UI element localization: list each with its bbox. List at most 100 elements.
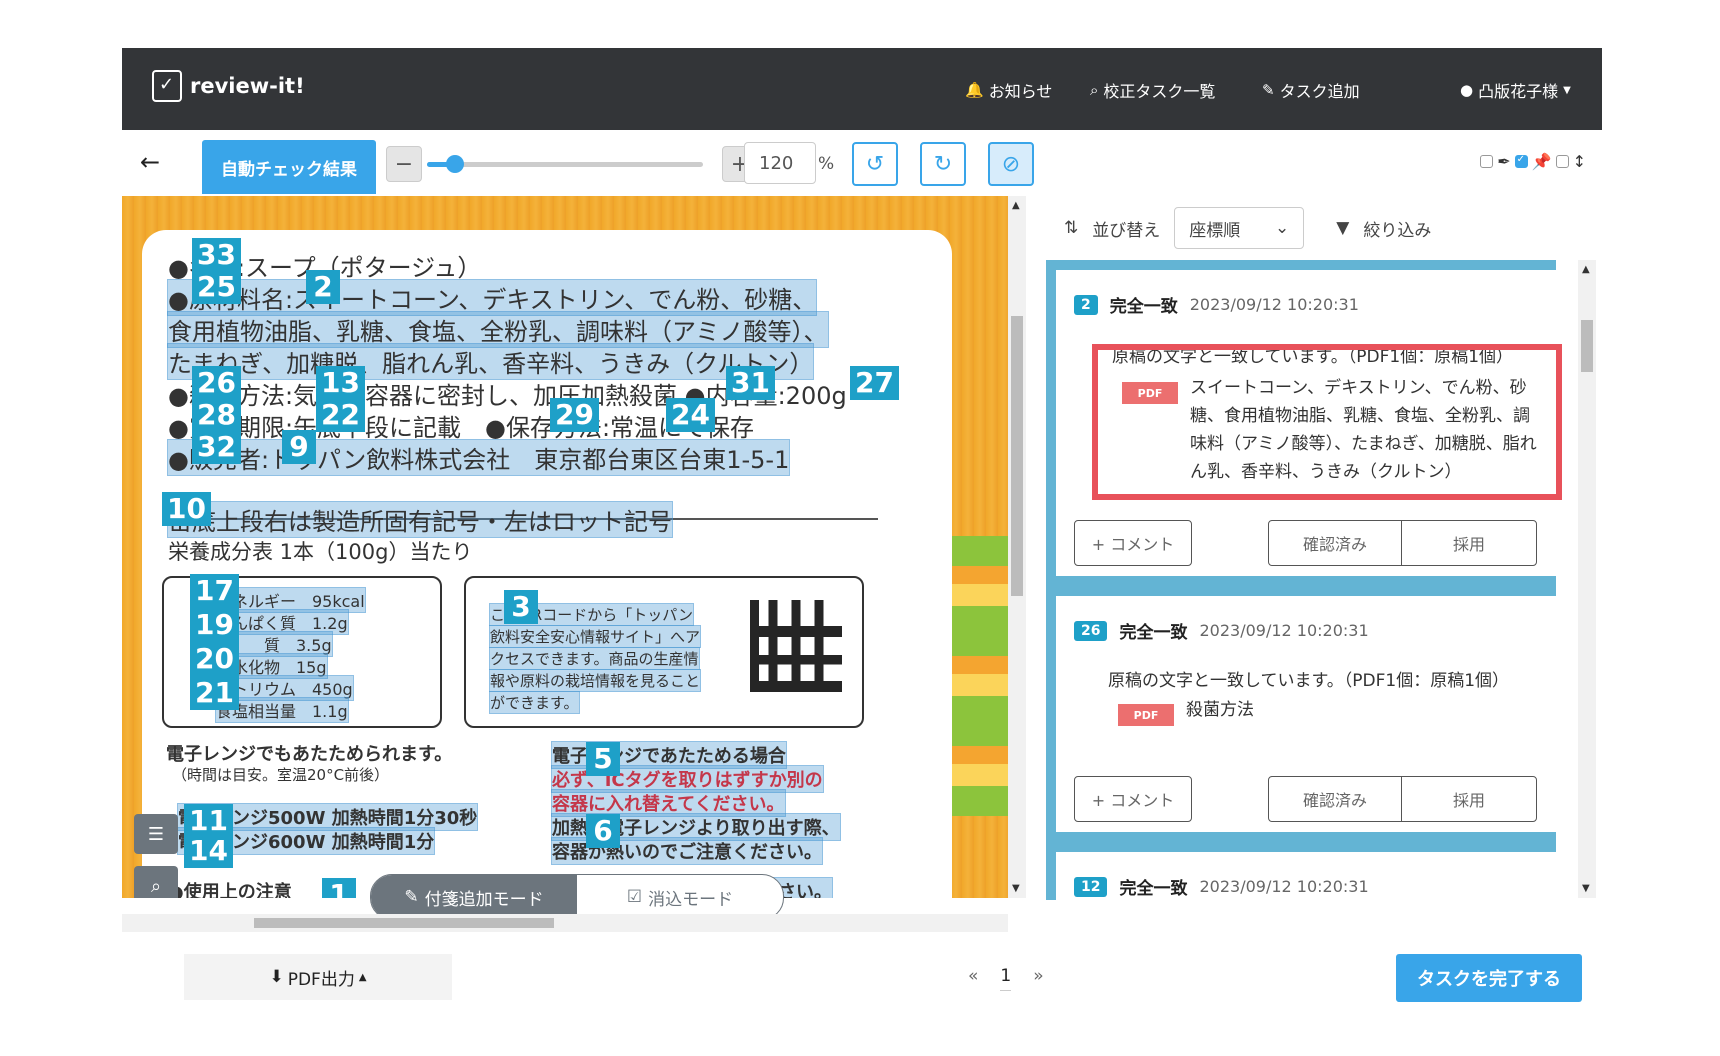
lot-note-text: 缶底上段右は製造所固有記号・左はロット記号 (168, 508, 672, 536)
nav-notice-label: お知らせ (988, 82, 1053, 101)
panel-scrollbar[interactable]: ▲ ▼ (1578, 260, 1596, 898)
option-checkbox-2[interactable] (1514, 154, 1528, 168)
marker-badge[interactable]: 33 (192, 238, 241, 272)
tab-auto-check-result[interactable]: 自動チェック結果 (202, 140, 376, 194)
qr-text[interactable]: クセスできます。商品の生産情 (489, 647, 700, 670)
scroll-thumb[interactable] (254, 918, 554, 928)
viewer-horizontal-scrollbar[interactable] (122, 914, 1008, 932)
warn-line[interactable]: 容器に入れ替えてください。 (551, 789, 786, 817)
marker-badge[interactable]: 11 (184, 804, 233, 838)
pdf-text: スイートコーン、デキストリン、でん粉、砂糖、食用植物油脂、乳糖、食塩、全粉乳、調… (1190, 378, 1537, 482)
hide-marker-button[interactable]: ⊘ (988, 142, 1034, 186)
complete-task-button[interactable]: タスクを完了する (1396, 954, 1582, 1002)
marker-badge[interactable]: 3 (504, 590, 538, 624)
marker-badge[interactable]: 17 (190, 574, 239, 608)
adopt-button[interactable]: 採用 (1401, 520, 1537, 566)
usage-note: ●使用上の注意 (168, 882, 292, 898)
page-current[interactable]: 1 (1000, 966, 1012, 991)
result-card[interactable]: 26 完全一致 2023/09/12 10:20:31 原稿の文字と一致していま… (1046, 586, 1556, 842)
list-toggle-button[interactable]: ☰ (134, 814, 178, 854)
pdf-tag: PDF (1118, 704, 1174, 726)
nav-notice[interactable]: 🔔 お知らせ (965, 78, 1052, 102)
doc-line[interactable]: ●原材料名:スイートコーン、デキストリン、でん粉、砂糖、 (166, 279, 818, 316)
scroll-thumb[interactable] (1581, 320, 1593, 372)
marker-badge[interactable]: 24 (666, 398, 715, 432)
marker-badge[interactable]: 13 (316, 366, 365, 400)
marker-badge[interactable]: 9 (282, 430, 316, 464)
marker-badge[interactable]: 29 (550, 398, 599, 432)
page-next-button[interactable]: » (1033, 966, 1043, 991)
doc-line[interactable]: ●販売者:トッパン飲料株式会社 東京都台東区台東1-5-1 (166, 439, 791, 476)
nav-task-list[interactable]: ⌕ 校正タスク一覧 (1090, 78, 1215, 102)
card-status: 完全一致 (1119, 879, 1188, 899)
qr-code (750, 600, 842, 692)
doc-line-text: ●原材料名:スイートコーン、デキストリン、でん粉、砂糖、 (168, 286, 817, 314)
zoom-slider-knob[interactable] (445, 155, 464, 173)
pdf-output-button[interactable]: ⬇ PDF出力 ▲ (184, 954, 452, 1000)
doc-line[interactable]: 食用植物油脂、乳糖、食塩、全粉乳、調味料（アミノ酸等）、 (167, 311, 829, 348)
sort-select[interactable]: 座標順 ⌄ (1174, 207, 1305, 249)
marker-badge[interactable]: 5 (586, 742, 620, 776)
marker-badge[interactable]: 20 (190, 642, 239, 676)
zoom-input[interactable]: 120 (744, 142, 816, 184)
pencil-icon: ✎ (1262, 81, 1275, 99)
zoom-out-button[interactable]: − (386, 146, 422, 182)
viewer-vertical-scrollbar[interactable]: ▲ ▼ (1008, 196, 1026, 898)
marker-badge[interactable]: 32 (192, 430, 241, 464)
scroll-down-icon[interactable]: ▼ (1012, 883, 1020, 894)
confirmed-button[interactable]: 確認済み (1268, 520, 1402, 566)
marker-badge[interactable]: 21 (190, 676, 239, 710)
doc-line[interactable]: たまねぎ、加糖脱、脂れん乳、香辛料、うきみ（クルトン） (166, 343, 815, 380)
qr-text[interactable]: 飲料安全安心情報サイト」へア (488, 625, 702, 648)
marker-badge[interactable]: 31 (726, 366, 775, 400)
confirmed-button[interactable]: 確認済み (1268, 776, 1402, 822)
marker-badge[interactable]: 27 (850, 366, 899, 400)
scroll-down-icon[interactable]: ▼ (1582, 883, 1590, 894)
filter-icon[interactable]: ▼ (1336, 218, 1349, 238)
erase-mode-button[interactable]: ☑ 消込モード (577, 875, 783, 919)
zoom-slider[interactable] (427, 155, 703, 173)
add-comment-button[interactable]: + コメント (1074, 520, 1192, 566)
nav-add-task[interactable]: ✎ タスク追加 (1262, 78, 1360, 102)
scroll-up-icon[interactable]: ▲ (1012, 200, 1020, 211)
marker-badge[interactable]: 2 (306, 270, 340, 304)
sort-select-value: 座標順 (1189, 220, 1241, 241)
user-menu[interactable]: ● 凸版花子様 ▼ (1460, 78, 1571, 102)
doc-line-text: たまねぎ、加糖脱、脂れん乳、香辛料、うきみ（クルトン） (168, 350, 814, 378)
search-icon: ⌕ (1090, 81, 1099, 99)
back-button[interactable]: ← (140, 148, 160, 176)
rotate-left-button[interactable]: ↺ (852, 142, 898, 186)
brand[interactable]: review-it! (152, 70, 305, 102)
marker-badge[interactable]: 28 (192, 398, 241, 432)
marker-badge[interactable]: 6 (586, 814, 620, 848)
lot-note[interactable]: 缶底上段右は製造所固有記号・左はロット記号 (167, 501, 673, 538)
search-button[interactable]: ⌕ (134, 866, 178, 898)
navbar: review-it! 🔔 お知らせ ⌕ 校正タスク一覧 ✎ タスク追加 ● 凸版… (122, 48, 1602, 130)
pen-icon: ✒ (1497, 152, 1511, 171)
adopt-button[interactable]: 採用 (1401, 776, 1537, 822)
result-card[interactable]: 12 完全一致 2023/09/12 10:20:31 (1046, 842, 1556, 900)
scroll-up-icon[interactable]: ▲ (1582, 264, 1590, 275)
rotate-right-button[interactable]: ↻ (920, 142, 966, 186)
scroll-thumb[interactable] (1011, 316, 1023, 596)
nutrition-title: 栄養成分表 1本（100g）当たり (168, 540, 473, 564)
option-checkbox-1[interactable] (1480, 155, 1494, 168)
page-prev-button[interactable]: « (968, 966, 978, 991)
app: review-it! 🔔 お知らせ ⌕ 校正タスク一覧 ✎ タスク追加 ● 凸版… (122, 48, 1602, 1008)
qr-text[interactable]: 報や原料の栽培情報を見ること (488, 669, 702, 692)
marker-badge[interactable]: 10 (162, 492, 211, 526)
option-checkbox-3[interactable] (1555, 155, 1569, 168)
marker-badge[interactable]: 22 (316, 398, 365, 432)
qr-text[interactable]: ができます。 (489, 691, 580, 714)
result-card[interactable]: 2 完全一致 2023/09/12 10:20:31 原稿の文字と一致しています… (1046, 260, 1562, 586)
marker-badge[interactable]: 14 (184, 834, 233, 868)
add-comment-button[interactable]: + コメント (1074, 776, 1192, 822)
marker-badge[interactable]: 25 (192, 270, 241, 304)
marker-badge[interactable]: 19 (190, 608, 239, 642)
document-viewer[interactable]: ●名称:スープ（ポタージュ） ●原材料名:スイートコーン、デキストリン、でん粉、… (122, 196, 1008, 898)
card-time: 2023/09/12 10:20:31 (1199, 621, 1369, 640)
marker-badge[interactable]: 1 (322, 878, 356, 898)
filter-button[interactable]: 絞り込み (1363, 216, 1431, 241)
add-note-mode-button[interactable]: ✎ 付箋追加モード (371, 875, 577, 919)
marker-badge[interactable]: 26 (192, 366, 241, 400)
